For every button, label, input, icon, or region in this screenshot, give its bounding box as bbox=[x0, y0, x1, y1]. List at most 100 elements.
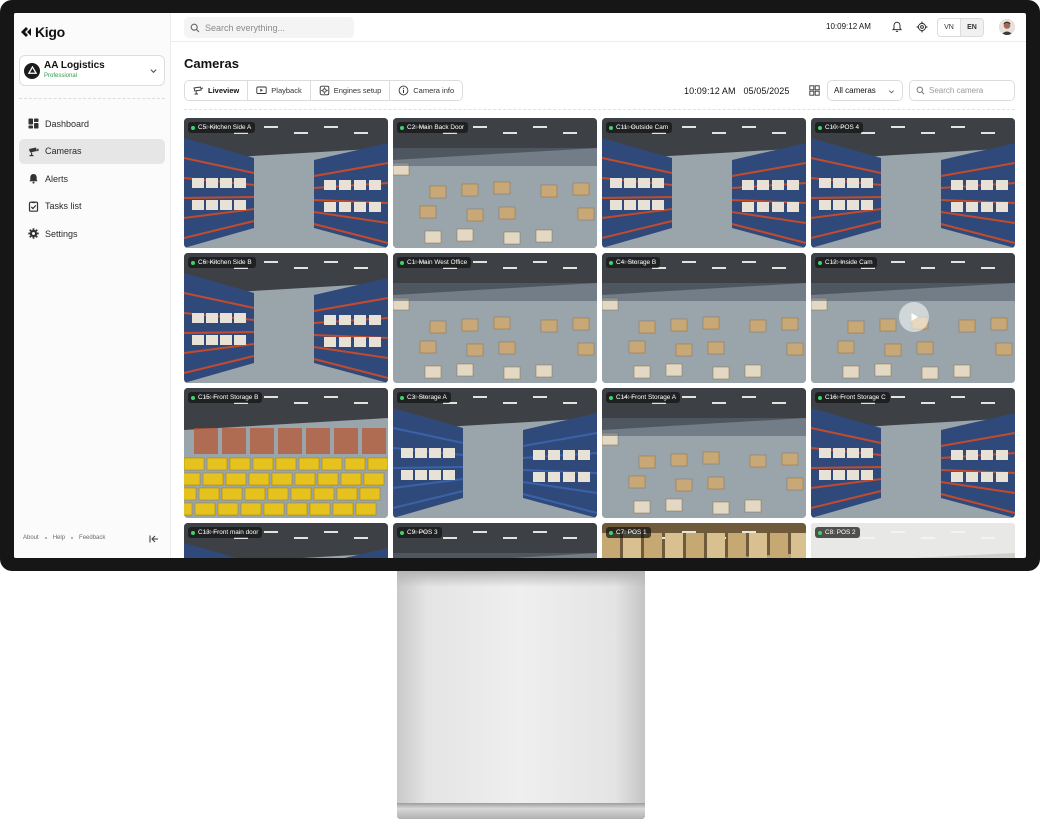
page-title: Cameras bbox=[184, 56, 239, 71]
liveview-icon bbox=[193, 85, 204, 96]
camera-feed-image bbox=[184, 253, 388, 383]
top-bar: 10:09:12 AM VN EN bbox=[171, 13, 1026, 42]
camera-feed-image bbox=[811, 118, 1015, 248]
camera-tile[interactable]: C12: Inside Cam bbox=[811, 253, 1015, 383]
live-status-dot bbox=[191, 530, 195, 535]
camera-tile[interactable]: C4: Storage B bbox=[602, 253, 806, 383]
camera-filter-select[interactable]: All cameras bbox=[827, 80, 903, 101]
tab-camera-info[interactable]: Camera info bbox=[390, 81, 462, 100]
monitor-bezel: Kigo AA Logistics Professional Dashboard… bbox=[0, 0, 1040, 571]
play-icon bbox=[911, 313, 918, 321]
camera-name: C2: Main Back Door bbox=[407, 124, 465, 131]
tab-playback[interactable]: Playback bbox=[248, 81, 311, 100]
camera-name: C11: Outside Cam bbox=[616, 124, 669, 131]
user-photo-icon bbox=[999, 19, 1015, 35]
sidebar-item-settings[interactable]: Settings bbox=[19, 221, 165, 246]
camera-tile[interactable]: C9: POS 3 bbox=[393, 523, 597, 558]
camera-tile[interactable]: C15: Front Storage B bbox=[184, 388, 388, 518]
help-link[interactable]: Help bbox=[53, 535, 65, 541]
sidebar-item-label: Cameras bbox=[45, 146, 82, 156]
sidebar-item-label: Settings bbox=[45, 228, 78, 239]
live-clock: 10:09:12 AM 05/05/2025 bbox=[684, 86, 790, 96]
camera-tile[interactable]: C2: Main Back Door bbox=[393, 118, 597, 248]
bell-icon bbox=[28, 173, 39, 184]
sidebar-item-cameras[interactable]: Cameras bbox=[19, 138, 165, 164]
camera-name: C10: POS 4 bbox=[825, 124, 860, 131]
org-switcher[interactable]: AA Logistics Professional bbox=[19, 55, 165, 86]
collapse-sidebar-icon[interactable] bbox=[148, 533, 160, 545]
live-time: 10:09:12 AM bbox=[684, 86, 736, 96]
sidebar-item-label: Dashboard bbox=[45, 118, 90, 129]
camera-tile[interactable]: C11: Outside Cam bbox=[602, 118, 806, 248]
global-search[interactable] bbox=[184, 17, 354, 38]
camera-name: C1: Main West Office bbox=[407, 259, 468, 266]
settings-gear-icon[interactable] bbox=[916, 21, 928, 33]
camera-search-input[interactable] bbox=[929, 86, 1013, 95]
notification-bell-icon[interactable] bbox=[891, 21, 903, 33]
camera-feed-image bbox=[393, 253, 597, 383]
sidebar-item-dashboard[interactable]: Dashboard bbox=[19, 111, 165, 136]
camera-tile[interactable]: C3: Storage A bbox=[393, 388, 597, 518]
separator-dot bbox=[71, 537, 74, 539]
live-status-dot bbox=[609, 260, 613, 265]
camera-grid: C5: Kitchen Side A C2: Main Back Door C11:… bbox=[184, 118, 1015, 558]
tab-engines-setup[interactable]: Engines setup bbox=[311, 81, 391, 100]
lang-en-button[interactable]: EN bbox=[960, 19, 983, 36]
org-avatar bbox=[24, 62, 40, 79]
app-logo[interactable]: Kigo bbox=[19, 24, 65, 40]
camera-label: C5: Kitchen Side A bbox=[188, 122, 256, 133]
header-clock: 10:09:12 AM bbox=[826, 22, 871, 31]
chevron-down-icon bbox=[150, 69, 157, 74]
feedback-link[interactable]: Feedback bbox=[79, 535, 105, 541]
camera-tile[interactable]: C16: Front Storage C bbox=[811, 388, 1015, 518]
camera-name: C8: POS 2 bbox=[825, 529, 856, 536]
app-screen: Kigo AA Logistics Professional Dashboard… bbox=[14, 13, 1026, 558]
dashboard-icon bbox=[28, 118, 39, 129]
camera-label: C11: Outside Cam bbox=[606, 122, 673, 133]
sidebar-divider bbox=[19, 98, 165, 99]
camera-feed-image bbox=[811, 388, 1015, 518]
live-status-dot bbox=[191, 395, 195, 400]
live-status-dot bbox=[609, 395, 613, 400]
camera-feed-image bbox=[602, 253, 806, 383]
about-link[interactable]: About bbox=[23, 535, 39, 541]
camera-tile[interactable]: C13: Front main door bbox=[184, 523, 388, 558]
lang-vn-button[interactable]: VN bbox=[938, 19, 960, 36]
live-status-dot bbox=[818, 260, 822, 265]
sidebar-footer-links: About Help Feedback bbox=[23, 535, 105, 541]
tab-liveview[interactable]: Liveview bbox=[185, 81, 249, 100]
camera-feed-image bbox=[184, 118, 388, 248]
play-button[interactable] bbox=[899, 302, 929, 332]
camera-label: C3: Storage A bbox=[397, 392, 451, 403]
sidebar-item-tasks[interactable]: Tasks list bbox=[19, 194, 165, 219]
search-icon bbox=[190, 23, 200, 32]
global-search-input[interactable] bbox=[205, 22, 345, 33]
language-switcher: VN EN bbox=[937, 18, 984, 37]
camera-name: C9: POS 3 bbox=[407, 529, 438, 536]
camera-label: C1: Main West Office bbox=[397, 257, 472, 268]
org-name: AA Logistics bbox=[44, 60, 105, 71]
camera-label: C8: POS 2 bbox=[815, 527, 860, 538]
tasks-icon bbox=[28, 201, 39, 212]
chevron-down-icon bbox=[889, 90, 894, 94]
camera-label: C4: Storage B bbox=[606, 257, 661, 268]
user-avatar[interactable] bbox=[999, 19, 1015, 35]
camera-filter-value: All cameras bbox=[834, 86, 876, 95]
camera-tile[interactable]: C7: POS 1 bbox=[602, 523, 806, 558]
live-status-dot bbox=[609, 125, 613, 130]
camera-tile[interactable]: C5: Kitchen Side A bbox=[184, 118, 388, 248]
grid-layout-icon[interactable] bbox=[809, 85, 820, 96]
tab-label: Engines setup bbox=[333, 86, 382, 95]
live-status-dot bbox=[400, 260, 404, 265]
camera-tile[interactable]: C14: Front Storage A bbox=[602, 388, 806, 518]
separator-dot bbox=[44, 537, 47, 539]
sidebar-item-alerts[interactable]: Alerts bbox=[19, 166, 165, 191]
camera-label: C9: POS 3 bbox=[397, 527, 442, 538]
camera-tile[interactable]: C1: Main West Office bbox=[393, 253, 597, 383]
camera-tile[interactable]: C10: POS 4 bbox=[811, 118, 1015, 248]
camera-label: C7: POS 1 bbox=[606, 527, 651, 538]
camera-tile[interactable]: C8: POS 2 bbox=[811, 523, 1015, 558]
sidebar-item-label: Alerts bbox=[45, 173, 69, 184]
camera-search[interactable] bbox=[909, 80, 1015, 101]
camera-tile[interactable]: C6: Kitchen Side B bbox=[184, 253, 388, 383]
